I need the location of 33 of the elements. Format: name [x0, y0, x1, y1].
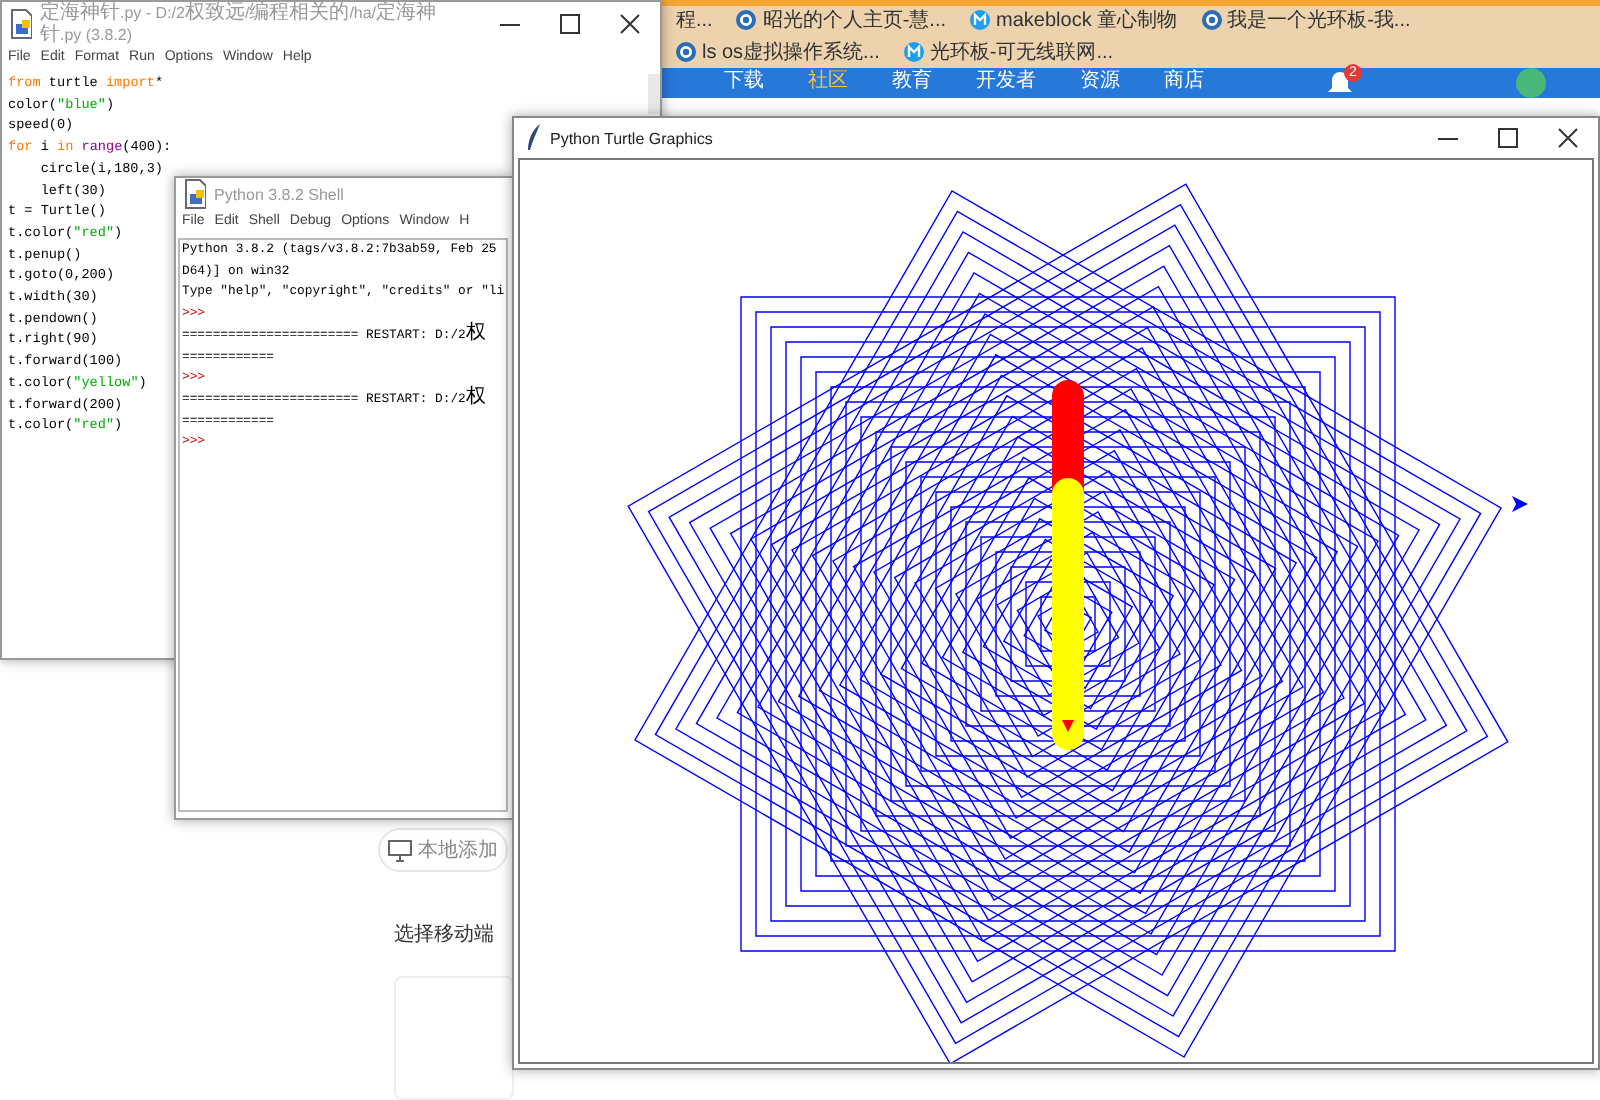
ring-icon	[736, 10, 757, 31]
scrollbar[interactable]	[648, 74, 660, 114]
bell-icon	[1328, 69, 1352, 96]
close-icon	[620, 14, 640, 34]
avatar[interactable]	[1516, 67, 1546, 98]
letter-m-icon	[903, 42, 924, 63]
maximize-icon	[1498, 128, 1518, 148]
nav-link[interactable]: 资源	[1080, 70, 1120, 95]
bookmark-link[interactable]: ls os虚拟操作系统...	[676, 38, 880, 67]
letter-m-icon	[970, 10, 991, 31]
ring-icon	[1201, 10, 1222, 31]
bookmark-link[interactable]: 昭光的个人主页-慧...	[736, 6, 947, 35]
file-icon	[8, 8, 32, 40]
monitor-icon	[388, 839, 412, 861]
feather-icon	[526, 124, 542, 152]
maximize-icon	[560, 14, 580, 34]
ring-icon	[676, 42, 696, 63]
local-add-button[interactable]: 本地添加	[378, 828, 508, 872]
bookmark-link[interactable]: 光环板-可无线联网...	[903, 38, 1114, 67]
window-title: Python 3.8.2 Shell	[214, 185, 344, 203]
section-title: 选择移动端	[394, 921, 494, 948]
bookmark-link[interactable]: 我是一个光环板-我...	[1201, 6, 1411, 35]
bookmark-link[interactable]: makeblock 童心制物	[970, 6, 1178, 35]
window-title: 定海神针.py - D:/2权致远/编程相关的/ha/定海神针.py (3.8.2)	[40, 2, 439, 46]
bookmark-link[interactable]: 程...	[676, 6, 713, 35]
arrow-icon	[1062, 720, 1074, 732]
nav-link[interactable]: 教育	[892, 70, 932, 95]
nav-link[interactable]: 下载	[724, 70, 764, 95]
nav-link[interactable]: 商店	[1164, 70, 1204, 95]
window-title: Python Turtle Graphics	[550, 129, 713, 147]
arrow-icon	[1512, 496, 1528, 512]
nav-link[interactable]: 开发者	[976, 70, 1036, 95]
close-icon	[1558, 128, 1578, 148]
